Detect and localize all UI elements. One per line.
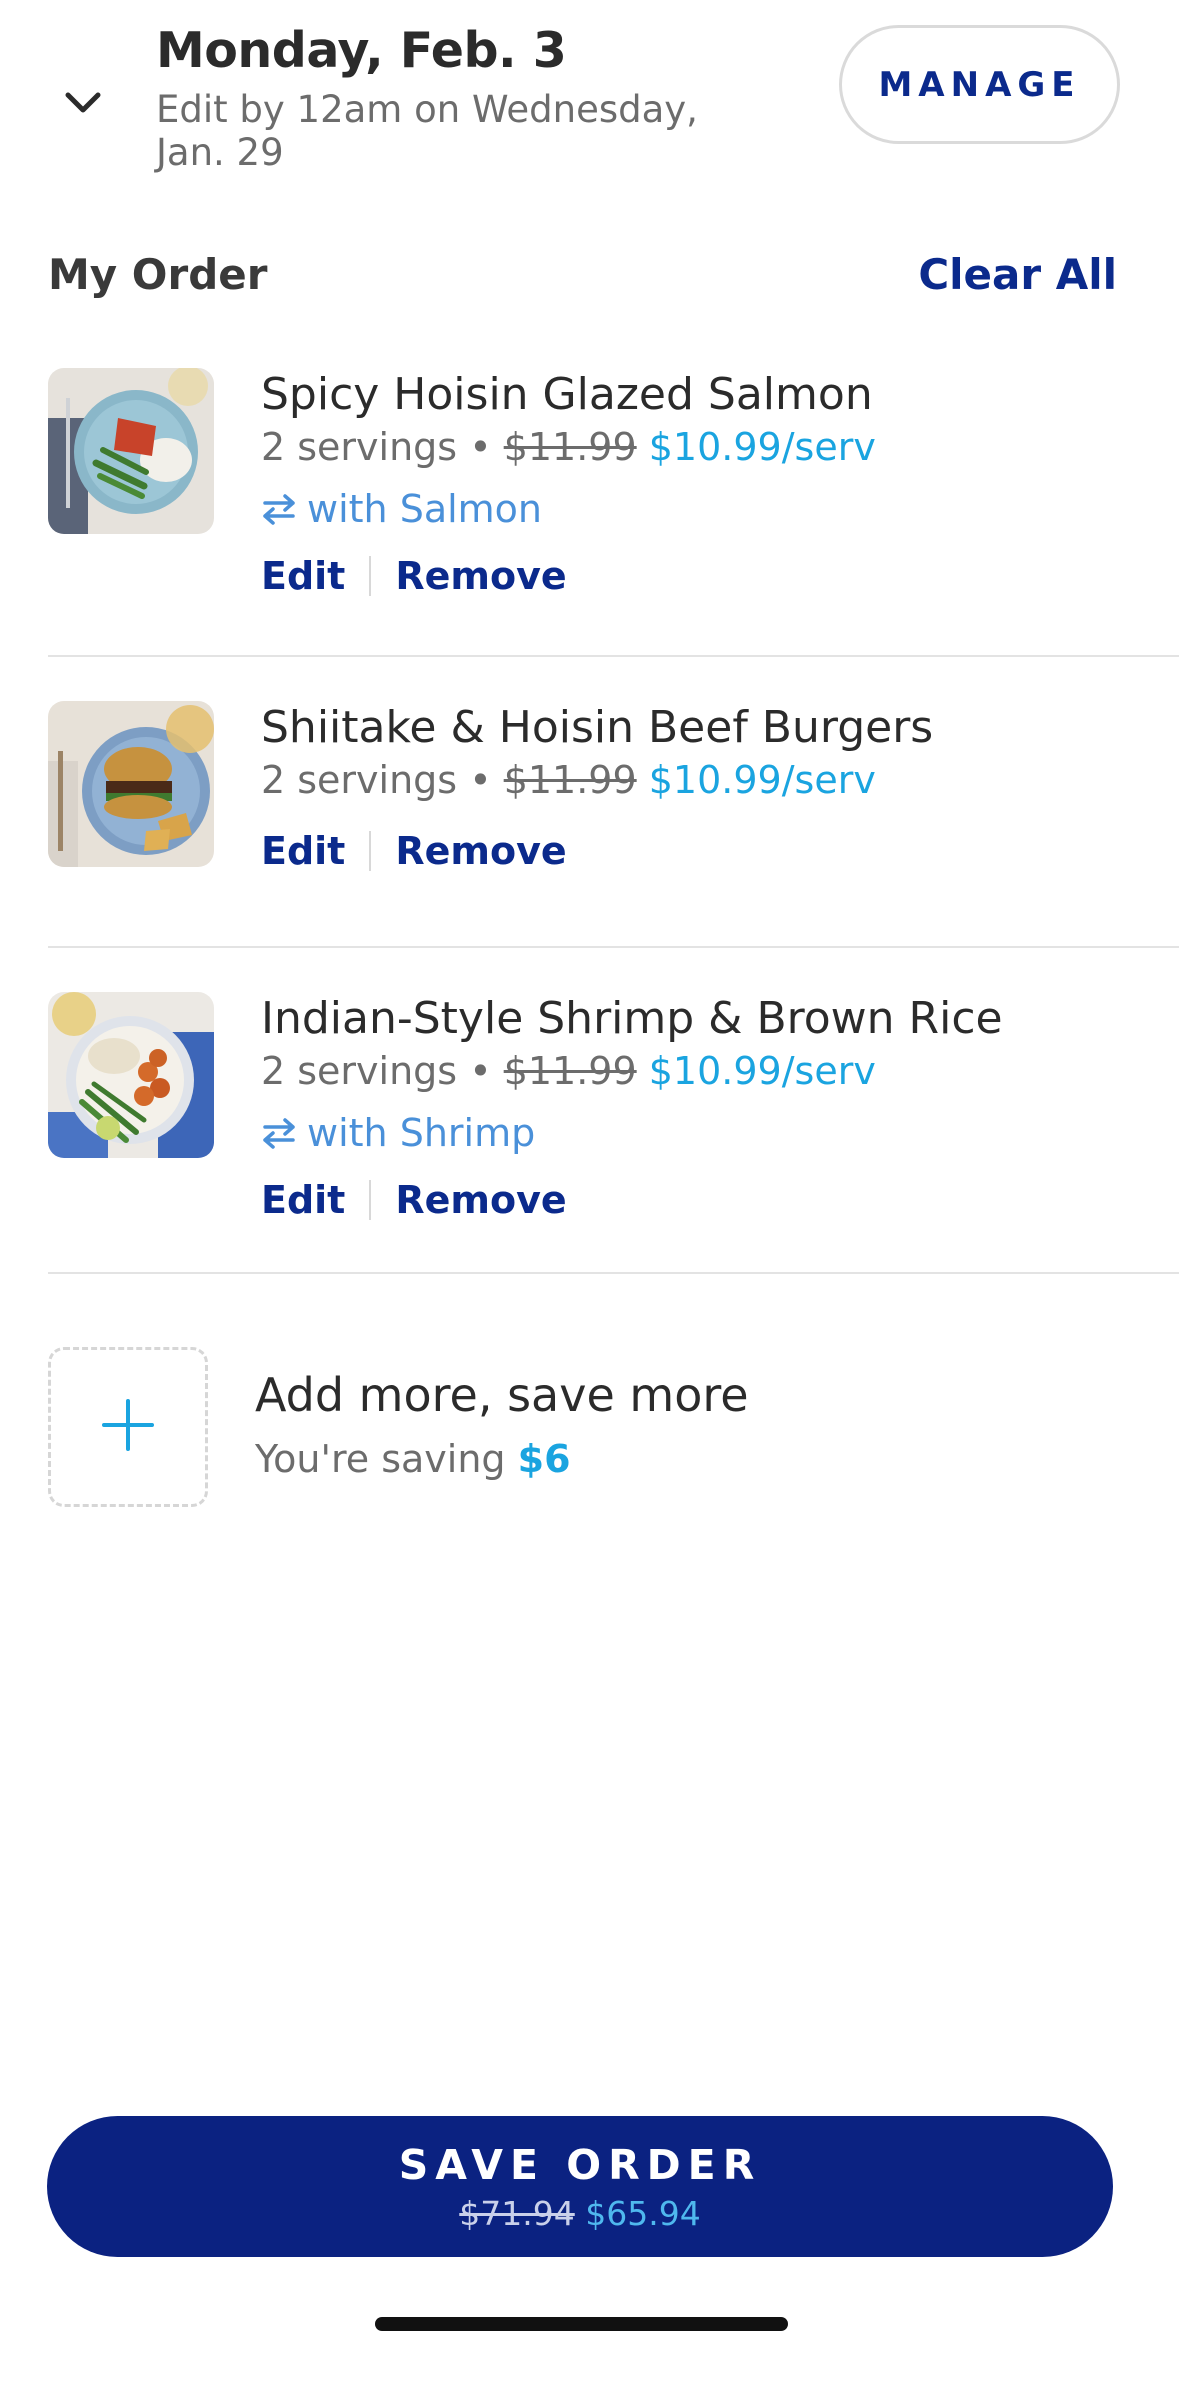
add-meal-button[interactable] [48, 1347, 208, 1507]
order-total: $71.94 $65.94 [459, 2193, 700, 2235]
edit-button[interactable]: Edit [261, 554, 345, 598]
order-item: Shiitake & Hoisin Beef Burgers 2 serving… [48, 701, 1179, 881]
save-order-button[interactable]: SAVE ORDER $71.94 $65.94 [47, 2116, 1113, 2257]
discounted-total: $65.94 [585, 2193, 701, 2233]
protein-swap[interactable]: with Shrimp [261, 1104, 1161, 1162]
servings: 2 servings [261, 758, 458, 802]
manage-button[interactable]: MANAGE [839, 25, 1120, 144]
meal-image[interactable] [48, 701, 214, 867]
swap-arrows-icon [261, 1117, 297, 1149]
discounted-price: $10.99/serv [648, 758, 876, 802]
remove-button[interactable]: Remove [395, 1178, 566, 1222]
swap-label: with Shrimp [307, 1111, 536, 1155]
order-item: Indian-Style Shrimp & Brown Rice 2 servi… [48, 992, 1179, 1232]
item-actions: Edit Remove [261, 546, 1161, 606]
original-price: $11.99 [503, 1049, 637, 1093]
meal-name[interactable]: Indian-Style Shrimp & Brown Rice [261, 992, 1161, 1046]
plus-icon [100, 1397, 156, 1457]
chevron-down-icon[interactable] [58, 78, 108, 128]
my-order-title: My Order [48, 250, 268, 299]
divider [48, 946, 1179, 948]
meal-name[interactable]: Spicy Hoisin Glazed Salmon [261, 368, 1161, 422]
remove-button[interactable]: Remove [395, 829, 566, 873]
meal-price: 2 servings • $11.99 $10.99/serv [261, 1049, 876, 1093]
servings: 2 servings [261, 425, 458, 469]
meal-price: 2 servings • $11.99 $10.99/serv [261, 758, 876, 802]
divider [369, 1180, 372, 1220]
savings-amount: $6 [517, 1437, 571, 1481]
item-actions: Edit Remove [261, 1170, 1161, 1230]
discounted-price: $10.99/serv [648, 425, 876, 469]
order-item: Spicy Hoisin Glazed Salmon 2 servings • … [48, 368, 1179, 608]
item-actions: Edit Remove [261, 821, 1161, 881]
clear-all-button[interactable]: Clear All [918, 250, 1117, 299]
save-order-label: SAVE ORDER [398, 2140, 762, 2189]
swap-label: with Salmon [307, 487, 543, 531]
meal-image[interactable] [48, 992, 214, 1158]
savings-text: You're saving $6 [255, 1437, 571, 1481]
add-more-title[interactable]: Add more, save more [255, 1368, 749, 1422]
divider [369, 556, 372, 596]
meal-image[interactable] [48, 368, 214, 534]
protein-swap[interactable]: with Salmon [261, 480, 1161, 538]
original-total: $71.94 [459, 2193, 575, 2233]
original-price: $11.99 [503, 425, 637, 469]
divider [48, 655, 1179, 657]
original-price: $11.99 [503, 758, 637, 802]
servings: 2 servings [261, 1049, 458, 1093]
savings-prefix: You're saving [255, 1437, 506, 1481]
discounted-price: $10.99/serv [648, 1049, 876, 1093]
delivery-date: Monday, Feb. 3 [156, 22, 567, 79]
meal-name[interactable]: Shiitake & Hoisin Beef Burgers [261, 701, 1161, 755]
divider [48, 1272, 1179, 1274]
meal-price: 2 servings • $11.99 $10.99/serv [261, 425, 876, 469]
swap-arrows-icon [261, 493, 297, 525]
divider [369, 831, 372, 871]
edit-button[interactable]: Edit [261, 829, 345, 873]
remove-button[interactable]: Remove [395, 554, 566, 598]
home-indicator[interactable] [375, 2317, 788, 2331]
edit-deadline: Edit by 12am on Wednesday, Jan. 29 [156, 88, 698, 174]
edit-button[interactable]: Edit [261, 1178, 345, 1222]
delivery-header: Monday, Feb. 3 Edit by 12am on Wednesday… [0, 0, 1179, 200]
